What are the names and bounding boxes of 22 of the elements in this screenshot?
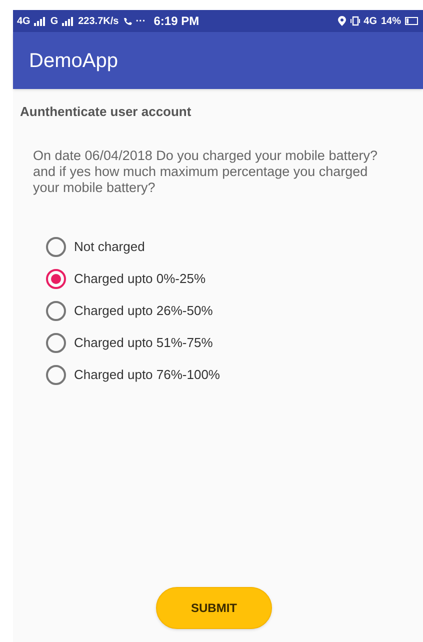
- network-label: 4G: [364, 14, 377, 28]
- app-title: DemoApp: [29, 48, 118, 74]
- more-label: ···: [136, 14, 146, 28]
- battery-label: 14%: [380, 14, 401, 28]
- vibrate-icon: [350, 16, 360, 26]
- submit-button[interactable]: SUBMIT: [156, 587, 272, 629]
- radio-option[interactable]: Charged upto 51%-75%: [46, 332, 423, 353]
- radio-option[interactable]: Not charged: [46, 236, 423, 257]
- signal-icon: [62, 16, 74, 26]
- radio-option[interactable]: Charged upto 0%-25%: [46, 268, 423, 289]
- location-icon: [338, 16, 346, 26]
- radio-option[interactable]: Charged upto 76%-100%: [46, 364, 423, 385]
- speed-label: 223.7K/s: [78, 14, 119, 28]
- network-label: G: [50, 14, 58, 28]
- phone-icon: [122, 16, 132, 26]
- battery-icon: [405, 17, 419, 25]
- question-text: On date 06/04/2018 Do you charged your mobile battery? and if yes how much maximum percentage you charged your mobile battery?: [33, 148, 378, 196]
- section-title: Aunthenticate user account: [20, 104, 192, 119]
- radio-option[interactable]: Charged upto 26%-50%: [46, 300, 423, 321]
- signal-icon: [34, 16, 46, 26]
- network-label: 4G: [17, 14, 30, 28]
- time-label: 6:19 PM: [154, 13, 200, 30]
